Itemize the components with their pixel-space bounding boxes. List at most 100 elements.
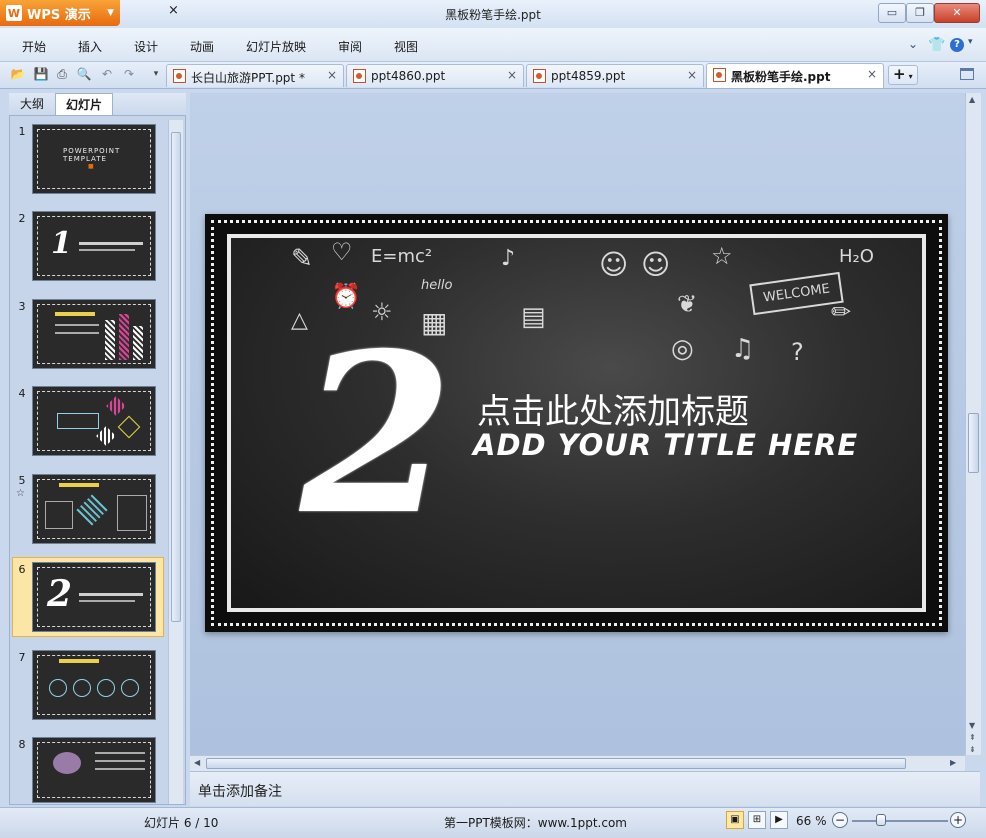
customize-toolbar-icon[interactable]: ▾ <box>148 66 164 82</box>
print-preview-icon[interactable]: 🔍 <box>76 66 92 82</box>
scroll-down-icon[interactable]: ▼ <box>969 721 975 730</box>
save-icon[interactable]: 💾 <box>33 66 49 82</box>
prev-slide-icon[interactable]: ⇞ <box>969 733 976 742</box>
open-folder-icon[interactable]: 📂 <box>10 66 26 82</box>
slide-number: 3 <box>18 300 26 313</box>
help-dropdown-icon[interactable]: ▾ <box>968 37 973 47</box>
skin-icon[interactable]: 👕 <box>928 37 945 53</box>
menu-home[interactable]: 开始 <box>22 38 46 55</box>
menu-slideshow[interactable]: 幻灯片放映 <box>246 38 306 55</box>
current-slide[interactable]: E=mc² hello WELCOME H₂O ✎ ♡ ♪ ☺ ☺ ☆ ⏰ ☼ … <box>205 214 948 632</box>
template-site-text: 第一PPT模板网：www.1ppt.com <box>444 816 627 830</box>
thumb-text-line <box>79 593 143 596</box>
new-tab-button[interactable]: + ▾ <box>888 65 918 85</box>
thumb-heading-bar <box>55 312 95 316</box>
scroll-up-icon[interactable]: ▲ <box>969 95 975 104</box>
app-name: WPS 演示 <box>27 7 91 23</box>
doodle-text: E=mc² <box>371 246 433 267</box>
thumb-caption: 2 <box>47 573 73 615</box>
ribbon-collapse-icon[interactable]: ⌄ <box>908 37 918 51</box>
menu-animation[interactable]: 动画 <box>190 38 214 55</box>
minimize-button[interactable]: ▭ <box>878 3 906 23</box>
tab-label: 长白山旅游PPT.ppt * <box>191 71 305 85</box>
slide-thumbnail-3[interactable] <box>32 299 156 369</box>
editor-horizontal-scrollbar[interactable]: ◀ ▶ <box>190 755 965 771</box>
next-slide-icon[interactable]: ⇟ <box>969 745 976 754</box>
pane-close-icon[interactable]: × <box>168 3 179 18</box>
app-menu-button[interactable]: W WPS 演示 ▼ <box>0 0 120 26</box>
thumb-bar <box>133 326 143 360</box>
undo-icon[interactable]: ↶ <box>99 66 115 82</box>
scroll-right-icon[interactable]: ▶ <box>950 758 956 767</box>
stick-figure-icon: ☺ <box>599 248 629 281</box>
slide-sorter-icon[interactable]: ⊞ <box>748 811 766 829</box>
slide-thumbnail-4[interactable] <box>32 386 156 456</box>
slide-title-placeholder[interactable]: 点击此处添加标题 <box>477 384 749 433</box>
stick-figure-icon: ☺ <box>641 248 671 281</box>
ppt-file-icon <box>353 69 366 83</box>
scrollbar-thumb[interactable] <box>968 413 979 473</box>
normal-view-icon[interactable]: ▣ <box>726 811 744 829</box>
menu-view[interactable]: 视图 <box>394 38 418 55</box>
slide-number: 1 <box>18 125 26 138</box>
thumb-circle <box>97 679 115 697</box>
tab-label: 黑板粉笔手绘.ppt <box>731 70 831 84</box>
tab-close-icon[interactable]: × <box>507 68 517 82</box>
slide-thumbnail-8[interactable] <box>32 737 156 803</box>
tab-slides[interactable]: 幻灯片 <box>55 93 113 115</box>
tab-doc-4[interactable]: 黑板粉笔手绘.ppt × <box>706 63 884 88</box>
scrollbar-thumb[interactable] <box>171 132 181 622</box>
notes-pane[interactable]: 单击添加备注 <box>190 771 980 806</box>
thumb-text-line <box>95 760 145 762</box>
animation-star-icon: ☆ <box>16 488 25 499</box>
tab-doc-3[interactable]: ppt4859.ppt × <box>526 64 704 87</box>
question-mark-icon: ? <box>791 338 804 366</box>
tab-close-icon[interactable]: × <box>867 67 877 81</box>
thumb-circle <box>73 679 91 697</box>
thumb-text-line <box>55 332 99 334</box>
chevron-down-icon: ▾ <box>908 72 913 81</box>
slide-number: 4 <box>18 387 26 400</box>
slides-pane-scrollbar[interactable] <box>168 120 183 804</box>
zoom-in-icon[interactable]: + <box>950 812 966 828</box>
restore-button[interactable]: ❐ <box>906 3 934 23</box>
tab-close-icon[interactable]: × <box>327 68 337 82</box>
slide-thumbnail-6[interactable]: 2 <box>32 562 156 632</box>
notes-placeholder[interactable]: 单击添加备注 <box>198 781 282 801</box>
tab-label: ppt4860.ppt <box>371 69 446 83</box>
scrollbar-thumb[interactable] <box>206 758 906 769</box>
zoom-slider-track[interactable] <box>852 820 948 822</box>
thumb-bar <box>119 314 129 360</box>
zoom-slider-knob[interactable] <box>875 814 886 826</box>
chalk-frame <box>37 742 151 798</box>
editor-vertical-scrollbar[interactable]: ▲ ▼ ⇞ ⇟ <box>965 93 981 755</box>
slide-counter: 幻灯片 6 / 10 <box>144 816 219 830</box>
slide-thumbnail-1[interactable]: POWERPOINT TEMPLATE ■ <box>32 124 156 194</box>
tab-doc-2[interactable]: ppt4860.ppt × <box>346 64 524 87</box>
doodle-text: H₂O <box>839 246 874 267</box>
print-icon[interactable]: ⎙ <box>54 66 70 82</box>
close-window-button[interactable]: ✕ <box>934 3 980 23</box>
tab-close-icon[interactable]: × <box>687 68 697 82</box>
help-icon[interactable]: ? <box>950 38 964 52</box>
menu-design[interactable]: 设计 <box>134 38 158 55</box>
slide-thumbnail-5[interactable] <box>32 474 156 544</box>
slide-thumbnail-7[interactable] <box>32 650 156 720</box>
scroll-left-icon[interactable]: ◀ <box>194 758 200 767</box>
slide-subtitle-placeholder[interactable]: ADD YOUR TITLE HERE <box>473 428 858 462</box>
slide-number: 2 <box>18 212 26 225</box>
zoom-out-icon[interactable]: − <box>832 812 848 828</box>
tab-outline[interactable]: 大纲 <box>10 93 54 115</box>
tab-label: ppt4859.ppt <box>551 69 626 83</box>
slide-thumbnail-2[interactable]: 1 <box>32 211 156 281</box>
window-layout-icon[interactable] <box>960 68 974 80</box>
thumb-caption: POWERPOINT TEMPLATE <box>63 147 121 163</box>
redo-icon[interactable]: ↷ <box>121 66 137 82</box>
thumb-text-line <box>79 600 135 602</box>
menu-review[interactable]: 审阅 <box>338 38 362 55</box>
menu-insert[interactable]: 插入 <box>78 38 102 55</box>
thumb-people-icon <box>53 752 81 774</box>
slideshow-icon[interactable]: ▶ <box>770 811 788 829</box>
tab-doc-1[interactable]: 长白山旅游PPT.ppt * × <box>166 64 344 87</box>
doodle-text: hello <box>421 278 453 293</box>
